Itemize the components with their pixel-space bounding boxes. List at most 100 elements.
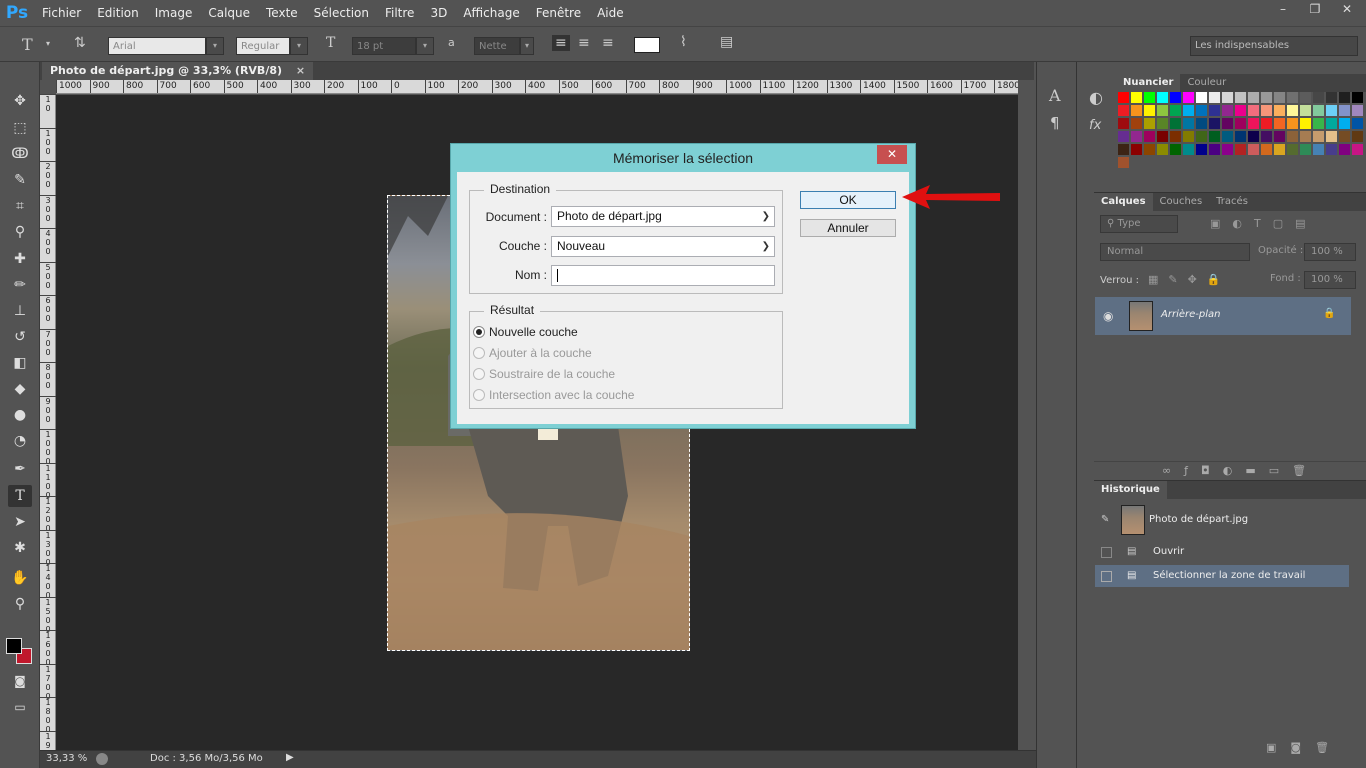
- history-footer-icons[interactable]: ▣◙🗑: [1266, 741, 1343, 754]
- move-tool-icon[interactable]: ✥: [8, 90, 32, 112]
- menu-texte[interactable]: Texte: [258, 0, 306, 26]
- color-swatch[interactable]: [1131, 118, 1142, 129]
- color-swatch[interactable]: [1235, 92, 1246, 103]
- paragraph-panel-icon[interactable]: ¶: [1050, 114, 1060, 132]
- color-swatch[interactable]: [1157, 144, 1168, 155]
- color-swatch[interactable]: [1339, 92, 1350, 103]
- color-swatch[interactable]: [1261, 92, 1272, 103]
- color-swatch[interactable]: [1352, 144, 1363, 155]
- color-swatch[interactable]: [1300, 131, 1311, 142]
- color-swatch[interactable]: [1157, 118, 1168, 129]
- color-swatch[interactable]: [1287, 118, 1298, 129]
- brush-tool-icon[interactable]: ✏: [8, 274, 32, 296]
- minimize-button[interactable]: –: [1270, 0, 1296, 18]
- channel-select[interactable]: Nouveau ❯: [551, 236, 775, 257]
- dialog-close-button[interactable]: ✕: [877, 145, 907, 164]
- color-swatch[interactable]: [1170, 118, 1181, 129]
- pen-tool-icon[interactable]: ✒: [8, 458, 32, 480]
- color-swatch[interactable]: [1144, 131, 1155, 142]
- color-swatch[interactable]: [1144, 92, 1155, 103]
- color-swatch[interactable]: [1118, 131, 1129, 142]
- blur-tool-icon[interactable]: ●: [8, 404, 32, 426]
- layers-footer-icons[interactable]: ∞ƒ◘◐▬▭🗑: [1162, 464, 1319, 477]
- color-swatch[interactable]: [1261, 105, 1272, 116]
- color-swatch[interactable]: [1183, 144, 1194, 155]
- color-swatch[interactable]: [1248, 92, 1259, 103]
- marquee-tool-icon[interactable]: ⬚: [8, 117, 32, 139]
- layer-filter-icons[interactable]: ▣◐T▢▤: [1210, 217, 1318, 230]
- font-family-dropdown[interactable]: ▾: [206, 37, 224, 55]
- type-tool-icon[interactable]: T: [8, 485, 32, 507]
- menu-fenetre[interactable]: Fenêtre: [528, 0, 589, 26]
- color-swatch[interactable]: [1300, 92, 1311, 103]
- color-swatch[interactable]: [1170, 131, 1181, 142]
- color-swatch[interactable]: [1313, 144, 1324, 155]
- character-panel-icon[interactable]: ▤: [720, 34, 733, 50]
- color-swatch[interactable]: [1157, 105, 1168, 116]
- color-swatch[interactable]: [1222, 131, 1233, 142]
- menu-fichier[interactable]: Fichier: [34, 0, 89, 26]
- color-swatch[interactable]: [1287, 105, 1298, 116]
- color-swatch[interactable]: [1209, 144, 1220, 155]
- history-checkbox[interactable]: [1101, 547, 1112, 558]
- opacity-field[interactable]: 100 %: [1304, 243, 1356, 261]
- fill-field[interactable]: 100 %: [1304, 271, 1356, 289]
- color-swatch[interactable]: [1222, 92, 1233, 103]
- color-swatch[interactable]: [1144, 118, 1155, 129]
- radio-button[interactable]: [473, 347, 485, 359]
- font-style-field[interactable]: Regular: [236, 37, 290, 55]
- color-swatch[interactable]: [1235, 105, 1246, 116]
- color-swatch[interactable]: [1261, 118, 1272, 129]
- history-item-ouvrir[interactable]: ▤ Ouvrir: [1095, 541, 1349, 563]
- menu-calque[interactable]: Calque: [200, 0, 258, 26]
- color-swatch[interactable]: [1339, 118, 1350, 129]
- color-swatch[interactable]: [1170, 144, 1181, 155]
- color-swatch[interactable]: [1157, 92, 1168, 103]
- tab-couleur[interactable]: Couleur: [1180, 74, 1233, 92]
- color-swatch[interactable]: [1339, 105, 1350, 116]
- eraser-tool-icon[interactable]: ◧: [8, 352, 32, 374]
- menu-filtre[interactable]: Filtre: [377, 0, 422, 26]
- zoom-tool-icon[interactable]: ⚲: [8, 593, 32, 615]
- align-right-icon[interactable]: ≡: [602, 35, 614, 51]
- zoom-level[interactable]: 33,33 %: [46, 753, 87, 764]
- path-selection-tool-icon[interactable]: ➤: [8, 511, 32, 533]
- antialias-field[interactable]: Nette: [474, 37, 520, 55]
- document-select[interactable]: Photo de départ.jpg ❯: [551, 206, 775, 227]
- color-swatch[interactable]: [1222, 118, 1233, 129]
- history-snapshot[interactable]: ✎ Photo de départ.jpg: [1095, 503, 1349, 539]
- color-swatch[interactable]: [1261, 131, 1272, 142]
- color-swatch[interactable]: [1196, 92, 1207, 103]
- color-swatch[interactable]: [1131, 105, 1142, 116]
- color-swatch[interactable]: [1313, 105, 1324, 116]
- tab-traces[interactable]: Tracés: [1209, 193, 1255, 211]
- color-swatch[interactable]: [1196, 144, 1207, 155]
- quick-select-tool-icon[interactable]: ✎: [8, 169, 32, 191]
- tab-couches[interactable]: Couches: [1153, 193, 1210, 211]
- adjustments-panel-icon[interactable]: ◐: [1089, 88, 1103, 107]
- color-swatch[interactable]: [1287, 131, 1298, 142]
- radio-button[interactable]: [473, 368, 485, 380]
- foreground-color-swatch[interactable]: [6, 638, 22, 654]
- color-swatch[interactable]: [1118, 92, 1129, 103]
- warp-text-icon[interactable]: ⌇: [680, 34, 687, 50]
- color-swatch[interactable]: [1118, 157, 1129, 168]
- color-swatch[interactable]: [1235, 131, 1246, 142]
- color-swatch[interactable]: [1313, 92, 1324, 103]
- color-swatch[interactable]: [1170, 92, 1181, 103]
- menu-image[interactable]: Image: [147, 0, 201, 26]
- menu-3d[interactable]: 3D: [422, 0, 455, 26]
- color-swatch[interactable]: [1248, 144, 1259, 155]
- menu-edition[interactable]: Edition: [89, 0, 147, 26]
- color-swatch[interactable]: [1183, 105, 1194, 116]
- tab-calques[interactable]: Calques: [1094, 193, 1153, 211]
- document-tab[interactable]: Photo de départ.jpg @ 33,3% (RVB/8) ×: [42, 62, 314, 80]
- cancel-button[interactable]: Annuler: [800, 219, 896, 237]
- eyedropper-tool-icon[interactable]: ⚲: [8, 221, 32, 243]
- color-swatch[interactable]: [1352, 92, 1363, 103]
- align-left-icon[interactable]: ≡: [552, 35, 570, 51]
- color-swatch[interactable]: [1326, 131, 1337, 142]
- color-swatch[interactable]: [1274, 131, 1285, 142]
- color-swatch[interactable]: [1274, 105, 1285, 116]
- antialias-dropdown[interactable]: ▾: [520, 37, 534, 55]
